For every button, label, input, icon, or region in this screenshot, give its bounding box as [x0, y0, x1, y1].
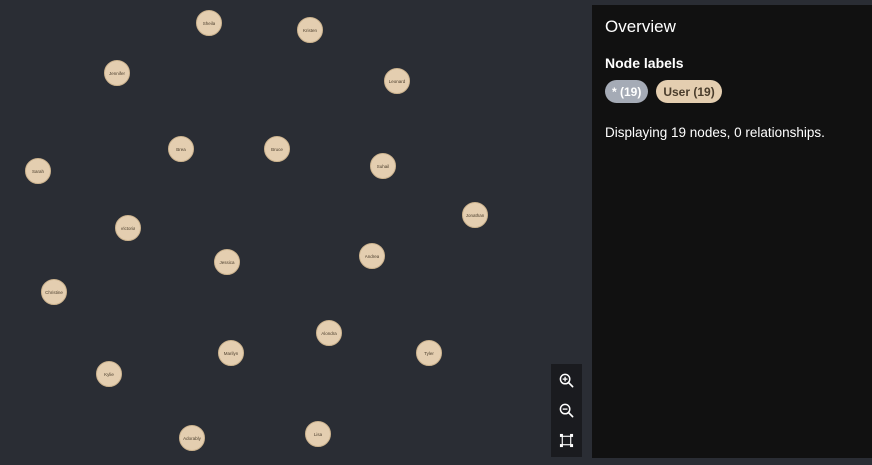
graph-canvas[interactable]: Sheila Kristen Jennifer Leonard Brea Bru… — [0, 0, 590, 465]
app-root: Sheila Kristen Jennifer Leonard Brea Bru… — [0, 0, 872, 465]
node-label: Sarah — [31, 168, 44, 174]
node-label: Kylie — [104, 371, 114, 377]
node-label: Suhail — [376, 163, 390, 169]
node-label: Leonard — [388, 78, 406, 84]
fit-to-screen-button[interactable] — [555, 428, 579, 452]
node-label: Jennifer — [108, 70, 125, 76]
node-label: Victoria — [120, 225, 136, 231]
overview-panel: Overview Node labels * (19) User (19) Di… — [592, 5, 872, 458]
node-label-chips: * (19) User (19) — [605, 80, 859, 103]
node-label: Andrea — [364, 253, 380, 259]
node-label: Kristen — [302, 27, 317, 33]
graph-node[interactable]: Sarah — [25, 158, 51, 184]
graph-node[interactable]: Andrea — [359, 243, 385, 269]
chip-user-label[interactable]: User (19) — [656, 80, 722, 103]
graph-summary: Displaying 19 nodes, 0 relationships. — [605, 125, 825, 140]
graph-node[interactable]: Marilyn — [218, 340, 244, 366]
fit-to-screen-icon — [559, 433, 574, 447]
node-label: Jonathan — [465, 212, 485, 218]
node-label: Alondra — [321, 330, 337, 336]
panel-title: Overview — [605, 17, 676, 36]
graph-node[interactable]: Jessica — [214, 249, 240, 275]
graph-node[interactable]: Kristen — [297, 17, 323, 43]
node-label: Brea — [176, 146, 186, 152]
graph-node[interactable]: Adorably — [179, 425, 205, 451]
graph-node[interactable]: Brea — [168, 136, 194, 162]
graph-node[interactable]: Lisa — [305, 421, 331, 447]
graph-node[interactable]: Jennifer — [104, 60, 130, 86]
node-label: Tyler — [424, 350, 434, 356]
graph-node[interactable]: Leonard — [384, 68, 410, 94]
graph-node[interactable]: Christine — [41, 279, 67, 305]
zoom-in-button[interactable] — [555, 369, 579, 393]
chip-all-labels[interactable]: * (19) — [605, 80, 649, 103]
graph-node[interactable]: Tyler — [416, 340, 442, 366]
graph-node[interactable]: Victoria — [115, 215, 141, 241]
graph-node[interactable]: Jonathan — [462, 202, 488, 228]
node-label: Marilyn — [223, 350, 239, 356]
node-label: Christine — [45, 289, 63, 295]
graph-node[interactable]: Alondra — [316, 320, 342, 346]
node-label: Lisa — [313, 431, 323, 437]
graph-node[interactable]: Suhail — [370, 153, 396, 179]
zoom-out-icon — [559, 403, 574, 418]
zoom-in-icon — [559, 373, 574, 388]
graph-node[interactable]: Sheila — [196, 10, 222, 36]
node-label: Adorably — [183, 435, 201, 441]
graph-node[interactable]: Bruce — [264, 136, 290, 162]
graph-node[interactable]: Kylie — [96, 361, 122, 387]
node-label: Jessica — [219, 259, 235, 265]
zoom-out-button[interactable] — [555, 398, 579, 422]
node-label: Sheila — [202, 20, 216, 26]
zoom-controls — [551, 364, 582, 457]
node-label: Bruce — [271, 146, 283, 152]
node-labels-heading: Node labels — [605, 55, 684, 71]
